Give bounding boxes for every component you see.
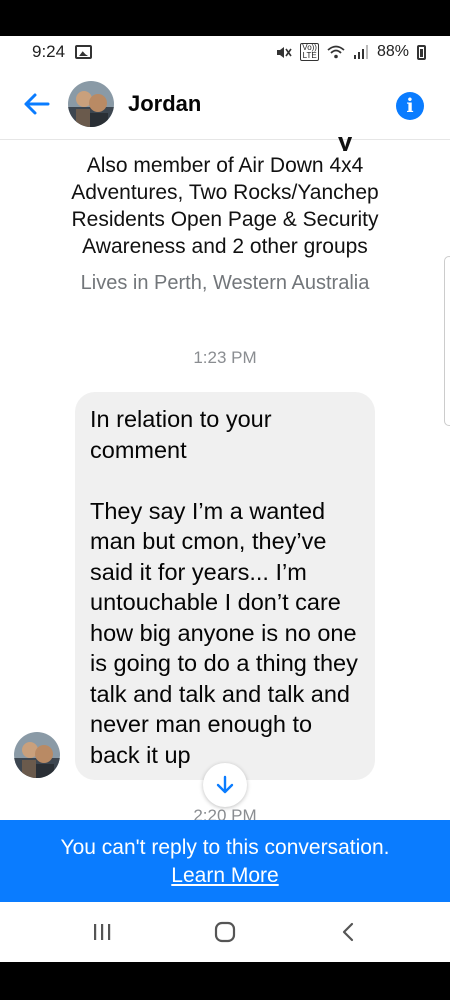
- info-icon: i: [406, 95, 414, 117]
- partial-profile-name: y: [0, 137, 450, 151]
- mute-icon: [277, 46, 292, 58]
- home-button[interactable]: [195, 912, 255, 952]
- signal-icon: [353, 45, 368, 59]
- message-sender-avatar[interactable]: [14, 732, 60, 778]
- scroll-handle[interactable]: [444, 256, 450, 426]
- wifi-icon: [327, 45, 345, 59]
- battery-percent: 88%: [376, 43, 409, 60]
- nav-back-icon: [343, 922, 354, 942]
- image-notification-icon: [75, 45, 93, 59]
- arrow-left-icon: [24, 93, 50, 114]
- cannot-reply-banner: You can't reply to this conversation. Le…: [0, 820, 450, 902]
- cannot-reply-text: You can't reply to this conversation.: [60, 836, 390, 859]
- contact-avatar[interactable]: [68, 80, 114, 127]
- conversation-header: Jordan i: [0, 68, 450, 140]
- message-timestamp: 1:23 PM: [193, 348, 257, 367]
- profile-info: y Also member of Air Down 4x4 Adventures…: [0, 137, 450, 295]
- info-button[interactable]: i: [396, 92, 424, 120]
- avatar-photo: [68, 80, 114, 127]
- home-icon: [214, 921, 236, 943]
- lte-bottom-label: LTE: [302, 51, 317, 60]
- recents-icon: [93, 924, 110, 940]
- group-membership-text: Also member of Air Down 4x4 Adventures, …: [71, 154, 379, 258]
- battery-icon: [417, 44, 426, 60]
- messenger-screen: 9:24 Vo)) LTE 88% Jordan i Also member o…: [0, 36, 450, 962]
- nav-back-button[interactable]: [318, 912, 378, 952]
- avatar-photo: [14, 732, 60, 778]
- lte-icon: Vo)) LTE: [300, 43, 319, 61]
- status-left: 9:24: [32, 42, 93, 62]
- scroll-to-bottom-button[interactable]: [203, 763, 247, 807]
- arrow-down-icon: [216, 775, 234, 794]
- status-bar: 9:24 Vo)) LTE 88%: [0, 36, 450, 68]
- location-text: Lives in Perth, Western Australia: [80, 272, 370, 294]
- status-time: 9:24: [32, 42, 66, 61]
- status-right: Vo)) LTE 88%: [276, 43, 426, 61]
- learn-more-link[interactable]: Learn More: [171, 862, 278, 890]
- contact-name[interactable]: Jordan: [128, 91, 201, 117]
- back-button[interactable]: [16, 84, 56, 124]
- partial-name-text: y: [337, 137, 353, 151]
- android-nav-bar: [0, 902, 450, 962]
- recents-button[interactable]: [72, 912, 132, 952]
- received-message-bubble[interactable]: In relation to your comment They say I’m…: [75, 392, 375, 780]
